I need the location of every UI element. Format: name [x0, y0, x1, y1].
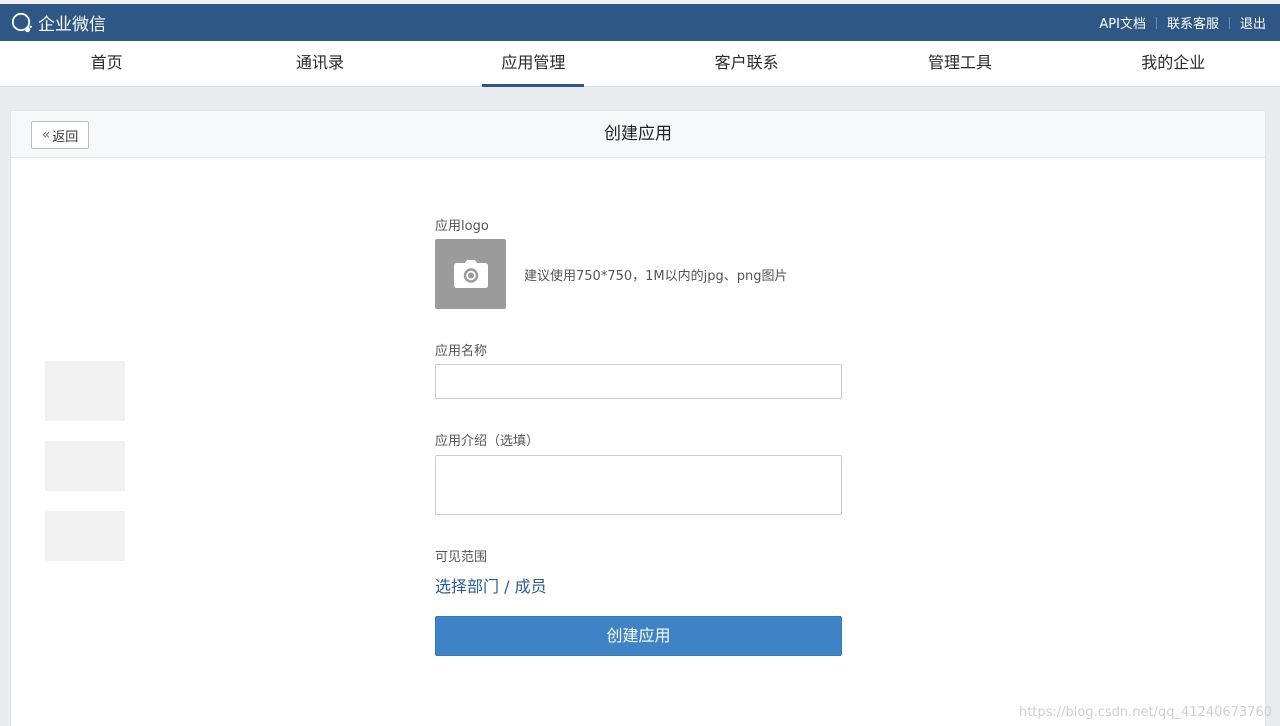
divider: [1155, 16, 1157, 29]
create-app-button[interactable]: 创建应用: [435, 616, 842, 656]
camera-icon: [453, 260, 488, 288]
divider: [1228, 16, 1230, 29]
nav-home[interactable]: 首页: [0, 41, 213, 86]
page-title: 创建应用: [604, 124, 672, 144]
brand-name: 企业微信: [38, 15, 106, 35]
logo-upload-button[interactable]: [435, 239, 506, 309]
top-header: 企业微信 API文档 联系客服 退出: [0, 4, 1280, 41]
api-docs-link[interactable]: API文档: [1099, 13, 1146, 32]
nav-my-enterprise[interactable]: 我的企业: [1067, 41, 1280, 86]
main-nav: 首页 通讯录 应用管理 客户联系 管理工具 我的企业: [0, 41, 1280, 87]
faint-background-graphic: [45, 361, 125, 561]
image-watermark: https://blog.csdn.net/qq_41240673760: [1018, 705, 1272, 720]
logo-hint: 建议使用750*750，1M以内的jpg、png图片: [524, 269, 788, 284]
app-name-input[interactable]: [435, 364, 842, 399]
top-links: API文档 联系客服 退出: [1099, 4, 1266, 41]
brand-logo[interactable]: 企业微信: [10, 4, 106, 41]
app-name-label: 应用名称: [435, 344, 488, 359]
logout-link[interactable]: 退出: [1240, 13, 1266, 32]
wecom-logo-icon: [11, 12, 32, 32]
contact-support-link[interactable]: 联系客服: [1167, 13, 1219, 32]
select-members-link[interactable]: 选择部门 / 成员: [435, 573, 547, 597]
visibility-label: 可见范围: [435, 550, 488, 565]
app-desc-textarea[interactable]: [435, 455, 842, 515]
app-desc-label: 应用介绍（选填）: [435, 434, 540, 449]
nav-contacts[interactable]: 通讯录: [213, 41, 426, 86]
nav-admin-tools[interactable]: 管理工具: [853, 41, 1066, 86]
create-app-panel: « 返回 创建应用 应用logo 建议使用750*750，1M以内的jpg、pn…: [10, 110, 1266, 726]
app-logo-label: 应用logo: [435, 219, 489, 234]
nav-customer-contact[interactable]: 客户联系: [640, 41, 853, 86]
nav-app-management[interactable]: 应用管理: [427, 41, 640, 87]
panel-header: « 返回 创建应用: [11, 111, 1265, 158]
